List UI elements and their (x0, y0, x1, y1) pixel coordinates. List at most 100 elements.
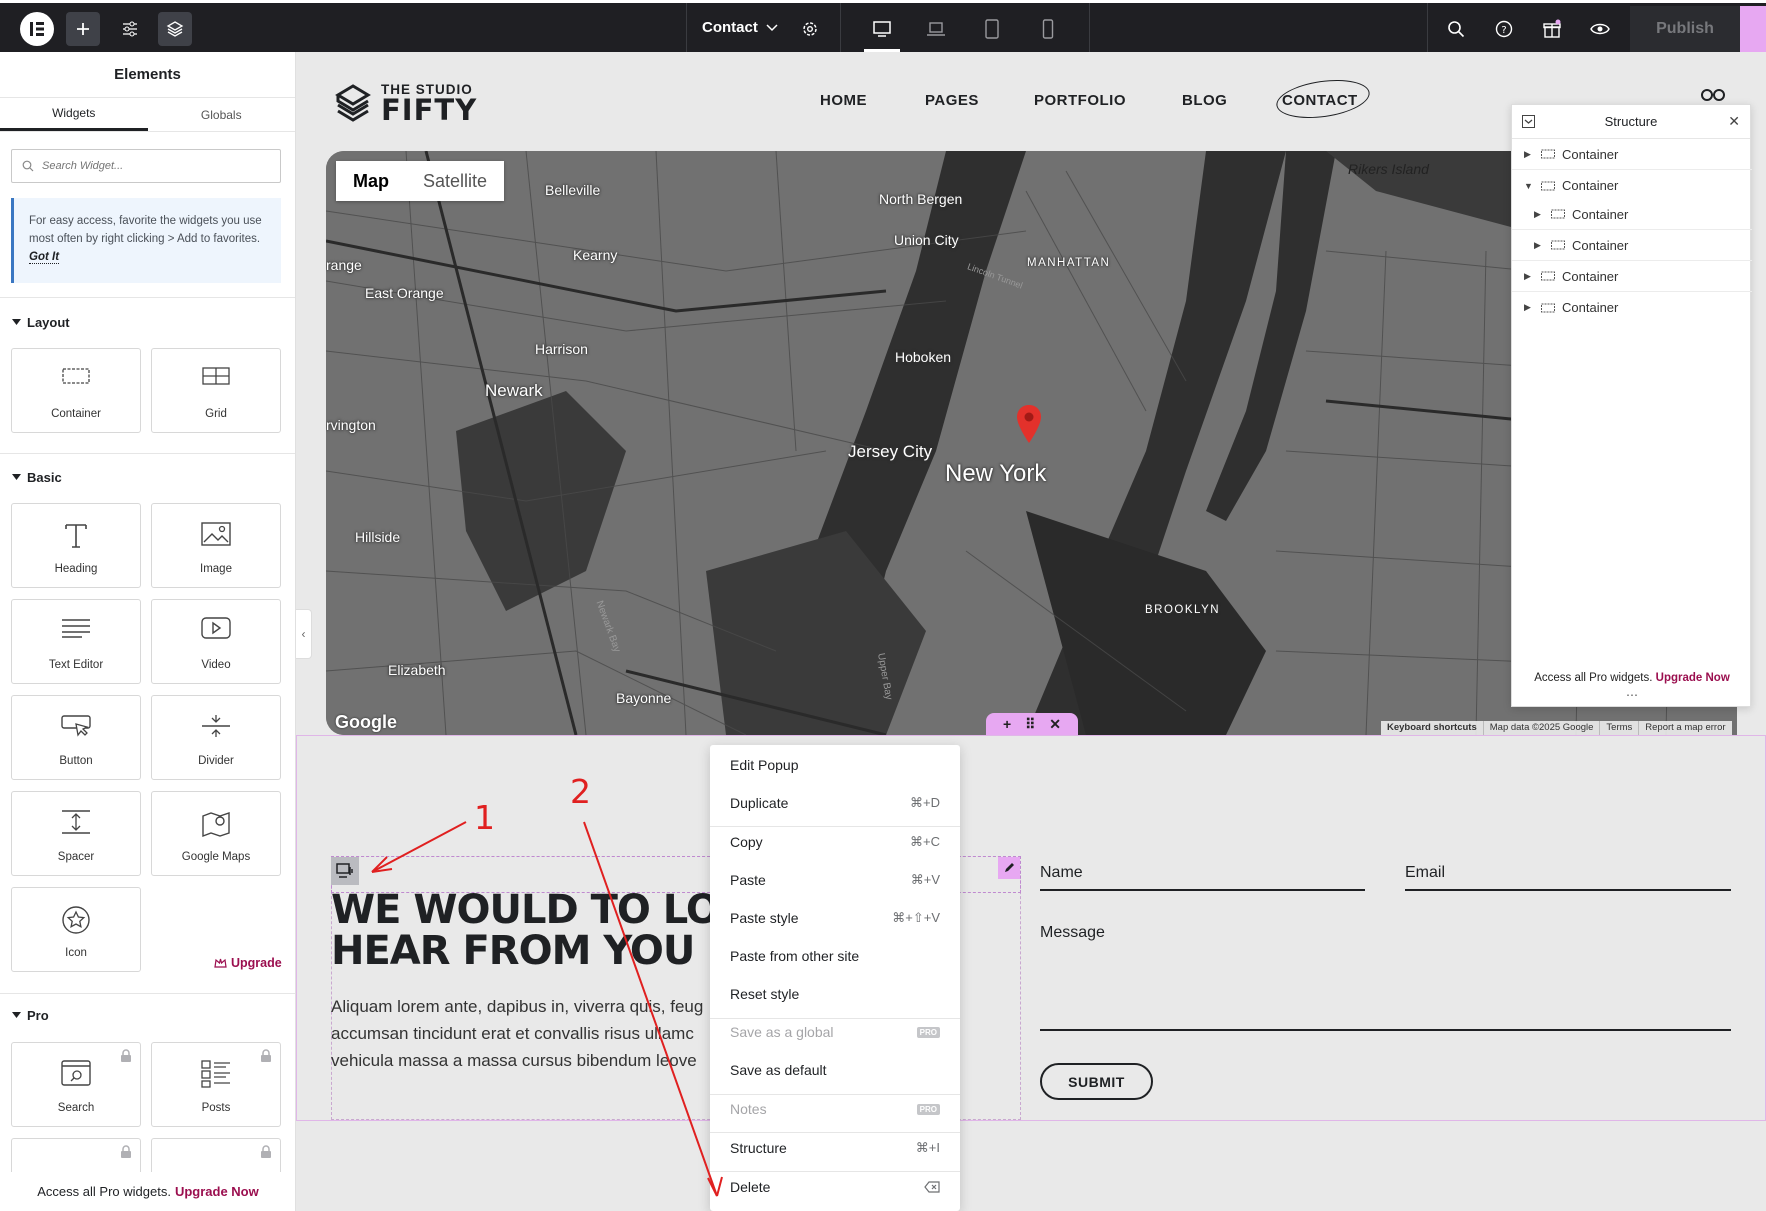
site-logo[interactable]: THE STUDIO FIFTY (335, 82, 477, 125)
close-icon[interactable]: ✕ (1728, 113, 1740, 130)
form-heading[interactable]: WE WOULD TO LO HEAR FROM YOU (331, 890, 731, 972)
menu-item-edit-popup[interactable]: Edit Popup (710, 746, 960, 784)
search-input[interactable] (42, 160, 262, 172)
widget-search[interactable] (11, 149, 281, 183)
menu-item-reset-style[interactable]: Reset style (710, 975, 960, 1013)
widget-button[interactable]: Button (11, 695, 141, 780)
caret-right-icon[interactable]: ▶ (1524, 271, 1534, 282)
cart-icon[interactable] (1700, 88, 1726, 102)
structure-row[interactable]: ▶ Container (1512, 292, 1752, 323)
widget-spacer[interactable]: Spacer (11, 791, 141, 876)
email-field-label[interactable]: Email (1405, 864, 1445, 882)
resize-handle[interactable]: ⋯ (1512, 688, 1752, 702)
widget-divider[interactable]: Divider (151, 695, 281, 780)
tab-widgets[interactable]: Widgets (0, 98, 148, 131)
publish-options-button[interactable] (1740, 6, 1766, 52)
menu-label: Reset style (730, 986, 800, 1002)
category-basic[interactable]: Basic (12, 470, 62, 485)
elementor-logo[interactable] (20, 12, 54, 46)
name-field-label[interactable]: Name (1040, 864, 1083, 882)
widget-google-maps[interactable]: Google Maps (151, 791, 281, 876)
preview-button[interactable] (1583, 12, 1617, 46)
widget-label: Container (51, 408, 101, 420)
nav-home[interactable]: HOME (820, 92, 867, 109)
nav-pages[interactable]: PAGES (925, 92, 979, 109)
site-settings-button[interactable] (113, 12, 147, 46)
device-tablet-button[interactable] (975, 12, 1009, 46)
widget-video[interactable]: Video (151, 599, 281, 684)
terms-link[interactable]: Terms (1599, 721, 1638, 735)
tip-text: For easy access, favorite the widgets yo… (29, 215, 262, 245)
menu-item-duplicate[interactable]: Duplicate ⌘+D (710, 784, 960, 822)
widget-icon[interactable]: Icon (11, 887, 141, 972)
structure-row[interactable]: ▶ Container (1512, 230, 1752, 261)
menu-item-structure[interactable]: Structure ⌘+I (710, 1129, 960, 1167)
report-error-link[interactable]: Report a map error (1638, 721, 1731, 735)
map-label: Jersey City (848, 442, 933, 461)
map-label: range (326, 257, 362, 273)
widget-search[interactable]: Search (11, 1042, 141, 1127)
image-icon (201, 522, 231, 546)
category-layout[interactable]: Layout (12, 315, 70, 330)
page-selector[interactable]: Contact (702, 19, 778, 36)
nav-blog[interactable]: BLOG (1182, 92, 1227, 109)
structure-row[interactable]: ▶ Container (1512, 261, 1752, 292)
upgrade-now-link[interactable]: Upgrade Now (1656, 672, 1730, 684)
edit-widget-button[interactable] (998, 857, 1020, 879)
keyboard-shortcuts-link[interactable]: Keyboard shortcuts (1381, 721, 1483, 735)
menu-item-paste-from-other-site[interactable]: Paste from other site (710, 937, 960, 975)
widget-label: Search (57, 1102, 95, 1114)
map-label: Union City (894, 232, 959, 248)
section-handle[interactable]: + ⠿ ✕ (986, 713, 1078, 735)
add-section-icon[interactable]: + (1003, 716, 1011, 732)
container-handle[interactable] (331, 857, 359, 885)
menu-item-save-as-default[interactable]: Save as default (710, 1051, 960, 1089)
menu-item-copy[interactable]: Copy ⌘+C (710, 823, 960, 861)
map-type-satellite[interactable]: Satellite (406, 161, 504, 201)
collapse-all-icon[interactable] (1522, 115, 1535, 128)
got-it-link[interactable]: Got It (29, 251, 60, 264)
widget-container[interactable]: Container (11, 348, 141, 433)
category-pro[interactable]: Pro (12, 1008, 49, 1023)
collapse-panel-button[interactable]: ‹ (296, 609, 312, 659)
help-button[interactable]: ? (1487, 12, 1521, 46)
form-paragraph[interactable]: Aliquam lorem ante, dapibus in, viverra … (331, 993, 711, 1074)
structure-row[interactable]: ▶ Container (1512, 139, 1752, 170)
widget-image[interactable]: Image (151, 503, 281, 588)
structure-button[interactable] (158, 12, 192, 46)
widget-text-editor[interactable]: Text Editor (11, 599, 141, 684)
caret-right-icon[interactable]: ▶ (1524, 302, 1534, 313)
whats-new-button[interactable] (1535, 12, 1569, 46)
device-desktop-button[interactable] (864, 12, 900, 46)
delete-section-icon[interactable]: ✕ (1049, 716, 1061, 733)
caret-right-icon[interactable]: ▶ (1524, 149, 1534, 160)
caret-right-icon[interactable]: ▶ (1534, 209, 1544, 220)
elements-panel: Elements Widgets Globals For easy access… (0, 52, 296, 1211)
map-pin-icon[interactable] (1016, 405, 1042, 443)
add-element-button[interactable] (66, 12, 100, 46)
widget-grid[interactable]: Grid (151, 348, 281, 433)
upgrade-link[interactable]: Upgrade (214, 956, 282, 970)
upgrade-now-link[interactable]: Upgrade Now (175, 1184, 259, 1199)
menu-item-paste-style[interactable]: Paste style ⌘+⇧+V (710, 899, 960, 937)
widget-posts[interactable]: Posts (151, 1042, 281, 1127)
finder-button[interactable] (1439, 12, 1473, 46)
menu-item-paste[interactable]: Paste ⌘+V (710, 861, 960, 899)
page-settings-button[interactable] (793, 12, 827, 46)
device-mobile-button[interactable] (1031, 12, 1065, 46)
map-type-map[interactable]: Map (336, 161, 406, 201)
structure-row[interactable]: ▼ Container (1512, 170, 1752, 201)
device-laptop-button[interactable] (919, 12, 953, 46)
menu-item-delete[interactable]: Delete (710, 1168, 960, 1206)
submit-button[interactable]: SUBMIT (1040, 1063, 1153, 1100)
caret-down-icon[interactable]: ▼ (1524, 181, 1534, 191)
nav-portfolio[interactable]: PORTFOLIO (1034, 92, 1126, 109)
tab-globals[interactable]: Globals (148, 98, 296, 131)
structure-row[interactable]: ▶ Container (1512, 199, 1752, 230)
message-field-label[interactable]: Message (1040, 924, 1105, 942)
widget-heading[interactable]: Heading (11, 503, 141, 588)
caret-right-icon[interactable]: ▶ (1534, 240, 1544, 251)
drag-handle-icon[interactable]: ⠿ (1025, 716, 1035, 733)
publish-button[interactable]: Publish (1630, 6, 1740, 52)
divider (0, 993, 295, 994)
